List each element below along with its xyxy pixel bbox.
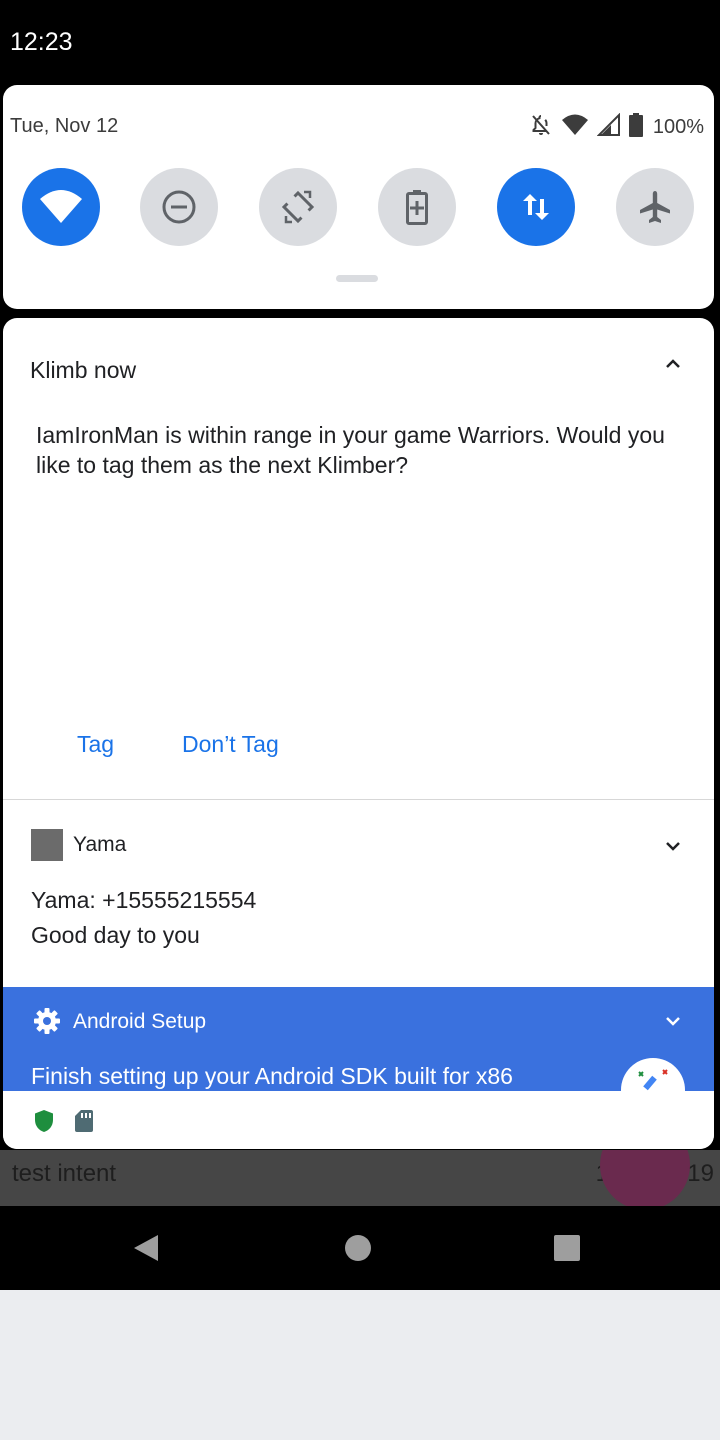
do-not-disturb-tile[interactable] [140, 168, 218, 246]
yama-app-icon [31, 829, 63, 861]
dont-tag-button[interactable]: Don’t Tag [182, 731, 279, 758]
cellular-signal-icon [596, 112, 621, 142]
auto-rotate-icon [281, 190, 315, 224]
background-fab [600, 1150, 690, 1206]
device-screen: test intent 11/12/2019 12:23 Tue, Nov 12… [0, 0, 720, 1290]
airplane-icon [640, 191, 670, 223]
chevron-down-icon[interactable] [661, 834, 685, 858]
yama-message-text: Good day to you [31, 922, 200, 948]
wifi-icon [40, 190, 82, 223]
quick-settings-date: Tue, Nov 12 [10, 115, 119, 137]
klimb-notification[interactable]: Klimb now IamIronMan is within range in … [3, 318, 714, 800]
quick-settings-drag-handle[interactable] [336, 275, 378, 282]
chevron-up-icon[interactable] [661, 352, 685, 376]
yama-app-name: Yama [73, 833, 127, 856]
wifi-tile[interactable] [22, 168, 100, 246]
sd-card-icon [75, 1110, 93, 1132]
quick-settings-status-icons: 100% [529, 112, 704, 142]
silent-notifications-row[interactable] [3, 1091, 714, 1149]
battery-saver-tile[interactable] [378, 168, 456, 246]
notifications-off-icon [529, 113, 553, 142]
battery-icon [628, 113, 643, 142]
auto-rotate-tile[interactable] [259, 168, 337, 246]
yama-notification[interactable]: Yama Yama: +15555215554 Good day to you [3, 800, 714, 987]
setup-tools-icon [621, 1058, 685, 1091]
background-app: test intent 11/12/2019 [0, 1150, 720, 1206]
navigation-bar [0, 1206, 720, 1290]
recents-icon[interactable] [553, 1233, 581, 1263]
shield-icon [35, 1110, 53, 1132]
background-item-text: test intent [12, 1160, 117, 1187]
battery-saver-icon [406, 190, 428, 225]
notification-list: Klimb now IamIronMan is within range in … [3, 318, 714, 1149]
home-icon[interactable] [344, 1233, 372, 1263]
battery-percent: 100% [652, 116, 704, 138]
airplane-mode-tile[interactable] [616, 168, 694, 246]
klimb-app-name: Klimb now [30, 357, 137, 383]
quick-settings-panel: Tue, Nov 12 100% [3, 85, 714, 309]
back-icon[interactable] [132, 1233, 160, 1263]
chevron-down-icon[interactable] [661, 1009, 685, 1033]
android-setup-app-name: Android Setup [73, 1010, 207, 1033]
klimb-message: IamIronMan is within range in your game … [36, 422, 665, 478]
android-setup-message: Finish setting up your Android SDK built… [31, 1063, 513, 1089]
status-bar-time: 12:23 [10, 28, 73, 56]
gear-icon [34, 1008, 60, 1034]
tag-button[interactable]: Tag [77, 731, 114, 758]
android-setup-notification[interactable]: Android Setup Finish setting up your And… [3, 987, 714, 1091]
wifi-status-icon [561, 113, 589, 142]
mobile-data-icon [523, 194, 549, 220]
mobile-data-tile[interactable] [497, 168, 575, 246]
yama-message-sender: Yama: +15555215554 [31, 887, 257, 913]
do-not-disturb-icon [162, 190, 196, 224]
